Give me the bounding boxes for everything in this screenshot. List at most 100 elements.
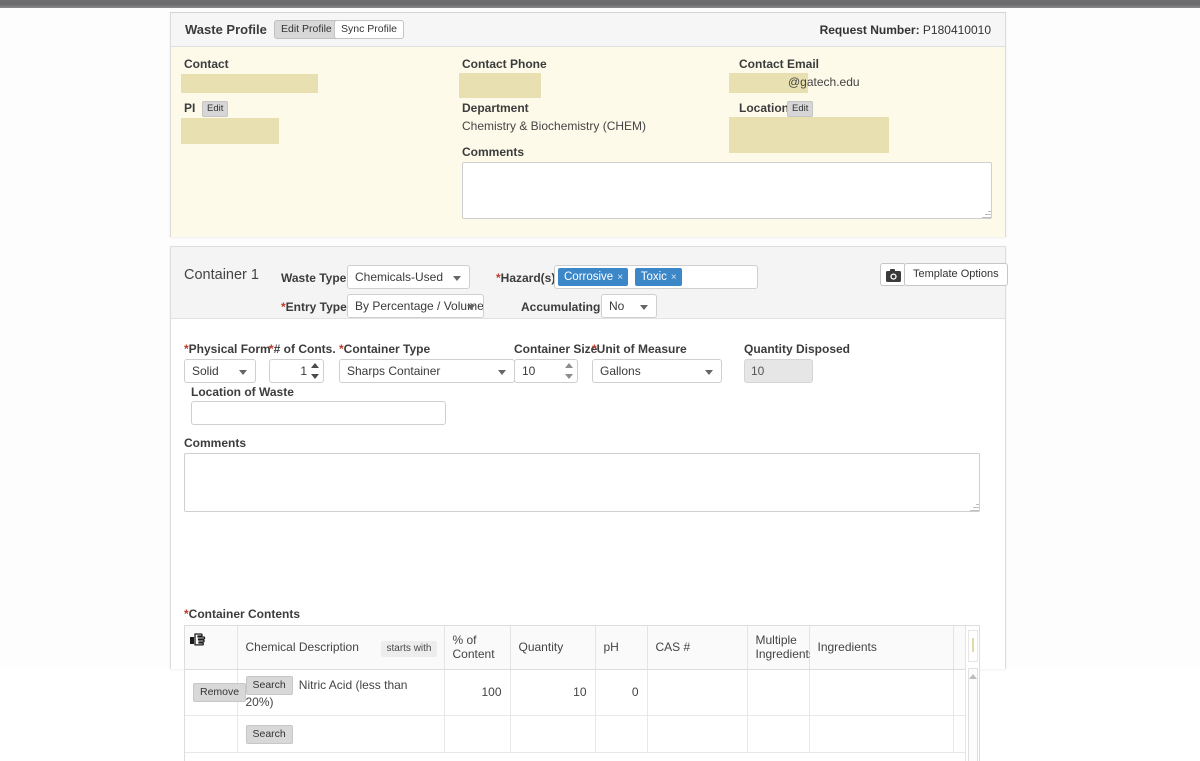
table-row: Remove SearchNitric Acid (less than 20%)… <box>185 669 967 716</box>
cell-multiple-ingredients[interactable] <box>747 716 809 753</box>
cell-ingredients[interactable] <box>809 669 953 716</box>
browser-chrome-bar <box>0 0 1200 8</box>
entry-type-value: By Percentage / Volume <box>355 299 484 313</box>
pi-value-redacted[interactable] <box>181 118 279 144</box>
template-options-button[interactable]: Template Options <box>904 263 1008 286</box>
chevron-down-icon <box>498 370 506 375</box>
request-number: Request Number: P180410010 <box>820 23 991 37</box>
table-header-row: Chemical Description starts with % of Co… <box>185 626 967 669</box>
scroll-up-icon[interactable] <box>969 674 977 679</box>
search-chemical-button[interactable]: Search <box>246 676 293 695</box>
col-percent-of-content: % of Content <box>444 626 510 669</box>
sync-profile-button[interactable]: Sync Profile <box>334 20 404 39</box>
spinner-up-icon[interactable] <box>311 363 319 368</box>
num-conts-stepper[interactable] <box>269 359 324 383</box>
quantity-disposed-label: Quantity Disposed <box>744 342 850 356</box>
page-title: Waste Profile <box>185 22 267 37</box>
page-canvas: Waste Profile Edit Profile Sync Profile … <box>0 8 1200 669</box>
search-chemical-button[interactable]: Search <box>246 725 293 744</box>
cell-ph[interactable] <box>595 716 647 753</box>
col-chemical-description: Chemical Description starts with <box>237 626 444 669</box>
cell-cas[interactable] <box>647 669 747 716</box>
col-actions <box>185 626 237 669</box>
hazard-tag-label: Corrosive <box>564 271 613 283</box>
col-chemical-description-text: Chemical Description <box>246 640 359 654</box>
cell-ingredients[interactable] <box>809 716 953 753</box>
hazards-tag-input[interactable]: Corrosive × Toxic × <box>554 265 758 289</box>
spinner-up-icon[interactable] <box>565 363 573 368</box>
container-size-spinner[interactable] <box>565 362 574 380</box>
num-conts-label-text: # of Conts. <box>274 342 336 356</box>
spinner-down-icon[interactable] <box>565 374 573 379</box>
hazard-tag-label: Toxic <box>641 271 667 283</box>
hazards-label-text: Hazard(s) <box>501 271 556 285</box>
unit-of-measure-label-text: Unit of Measure <box>597 342 687 356</box>
physical-form-label: *Physical Form <box>184 342 271 356</box>
spinner-down-icon[interactable] <box>311 374 319 379</box>
camera-icon <box>886 269 901 282</box>
contact-email-domain: @gatech.edu <box>788 75 860 89</box>
col-multiple-ingredients: Multiple Ingredients <box>747 626 809 669</box>
cell-actions <box>185 716 237 753</box>
waste-type-select[interactable]: Chemicals-Used <box>347 265 470 289</box>
contact-phone-value-redacted[interactable] <box>459 73 541 98</box>
cell-quantity[interactable]: 10 <box>510 669 595 716</box>
container-panel: Container 1 Waste Type Chemicals-Used *E… <box>170 246 1006 669</box>
container-size-label: Container Size <box>514 342 597 356</box>
chevron-down-icon <box>453 276 461 281</box>
container-title: Container 1 <box>184 267 259 283</box>
pi-label: PI <box>184 101 195 115</box>
table-vertical-scrollbar[interactable] <box>965 626 979 761</box>
container-type-value: Sharps Container <box>347 364 440 378</box>
container-type-select[interactable]: Sharps Container <box>339 359 515 383</box>
container-size-stepper[interactable] <box>514 359 578 383</box>
pi-edit-button[interactable]: Edit <box>202 101 228 117</box>
cell-percent-of-content[interactable] <box>444 716 510 753</box>
container-type-label: *Container Type <box>339 342 430 356</box>
entry-type-label-text: Entry Type <box>286 300 347 314</box>
contact-value-redacted[interactable] <box>181 74 318 93</box>
num-conts-spinner[interactable] <box>311 362 320 380</box>
cell-actions: Remove <box>185 669 237 716</box>
unit-of-measure-select[interactable]: Gallons <box>592 359 722 383</box>
container-contents-label: *Container Contents <box>184 607 300 621</box>
location-edit-button[interactable]: Edit <box>787 101 813 117</box>
contact-label: Contact <box>184 57 229 71</box>
location-of-waste-input[interactable] <box>191 401 446 425</box>
col-ph: pH <box>595 626 647 669</box>
remove-tag-icon[interactable]: × <box>671 272 677 283</box>
accumulating-select[interactable]: No <box>601 294 657 318</box>
chevron-down-icon <box>239 370 247 375</box>
hazard-tag-corrosive[interactable]: Corrosive × <box>558 268 628 286</box>
remove-tag-icon[interactable]: × <box>617 272 623 283</box>
cell-chemical-description: SearchNitric Acid (less than 20%) <box>237 669 444 716</box>
cell-percent-of-content[interactable]: 100 <box>444 669 510 716</box>
container-header: Container 1 Waste Type Chemicals-Used *E… <box>171 247 1005 319</box>
scrollbar-thumb[interactable] <box>968 668 978 761</box>
hazard-tag-toxic[interactable]: Toxic × <box>635 268 682 286</box>
department-value: Chemistry & Biochemistry (CHEM) <box>462 119 646 133</box>
starts-with-badge[interactable]: starts with <box>381 641 436 657</box>
num-conts-label: *# of Conts. <box>269 342 336 356</box>
physical-form-label-text: Physical Form <box>189 342 271 356</box>
location-value-redacted[interactable] <box>729 117 889 153</box>
entry-type-select[interactable]: By Percentage / Volume <box>347 294 484 318</box>
cell-cas[interactable] <box>647 716 747 753</box>
col-cas: CAS # <box>647 626 747 669</box>
cell-ph[interactable]: 0 <box>595 669 647 716</box>
camera-button[interactable] <box>880 263 906 286</box>
container-comments-textarea[interactable] <box>184 453 980 512</box>
request-number-value: P180410010 <box>923 23 991 37</box>
chevron-down-icon <box>640 305 648 310</box>
profile-comments-textarea[interactable] <box>462 162 992 219</box>
table-row: Search <box>185 716 967 753</box>
cell-multiple-ingredients[interactable] <box>747 669 809 716</box>
entry-type-label: *Entry Type <box>281 300 347 314</box>
contact-phone-label: Contact Phone <box>462 57 547 71</box>
physical-form-value: Solid <box>192 364 219 378</box>
remove-row-button[interactable]: Remove <box>193 683 246 702</box>
container-type-label-text: Container Type <box>344 342 430 356</box>
physical-form-select[interactable]: Solid <box>184 359 256 383</box>
cell-quantity[interactable] <box>510 716 595 753</box>
edit-profile-button[interactable]: Edit Profile <box>274 20 339 39</box>
